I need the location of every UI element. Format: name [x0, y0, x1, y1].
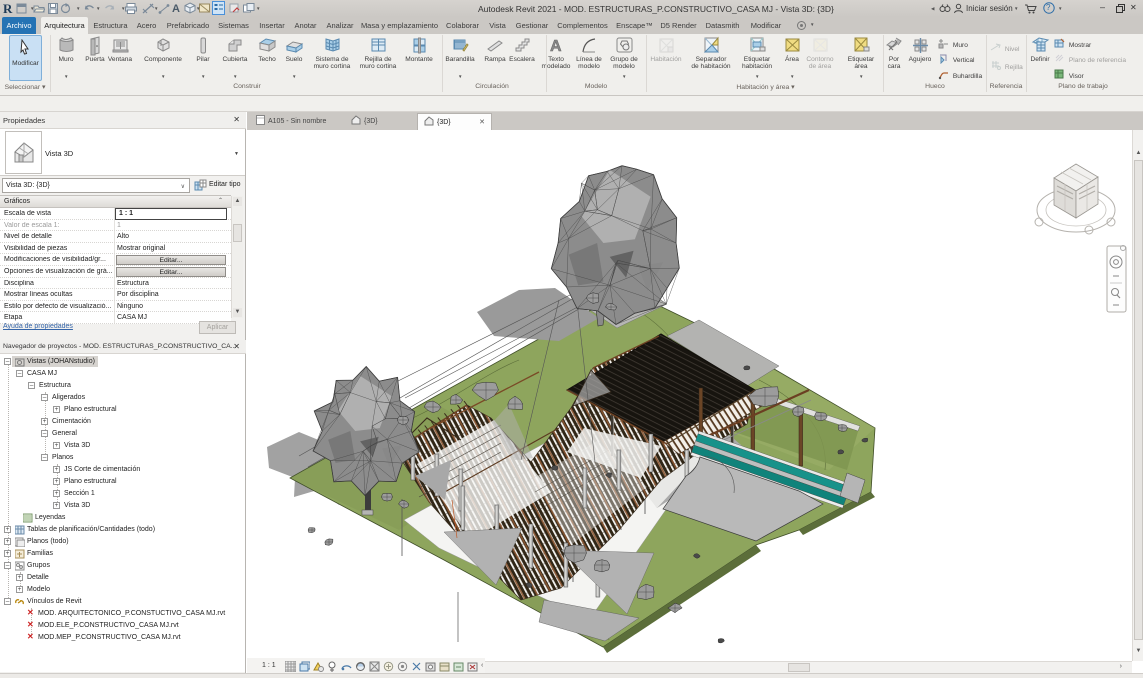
svg-text:A: A [550, 38, 562, 55]
svg-text:R: R [3, 2, 13, 15]
svg-text:A: A [172, 3, 180, 14]
